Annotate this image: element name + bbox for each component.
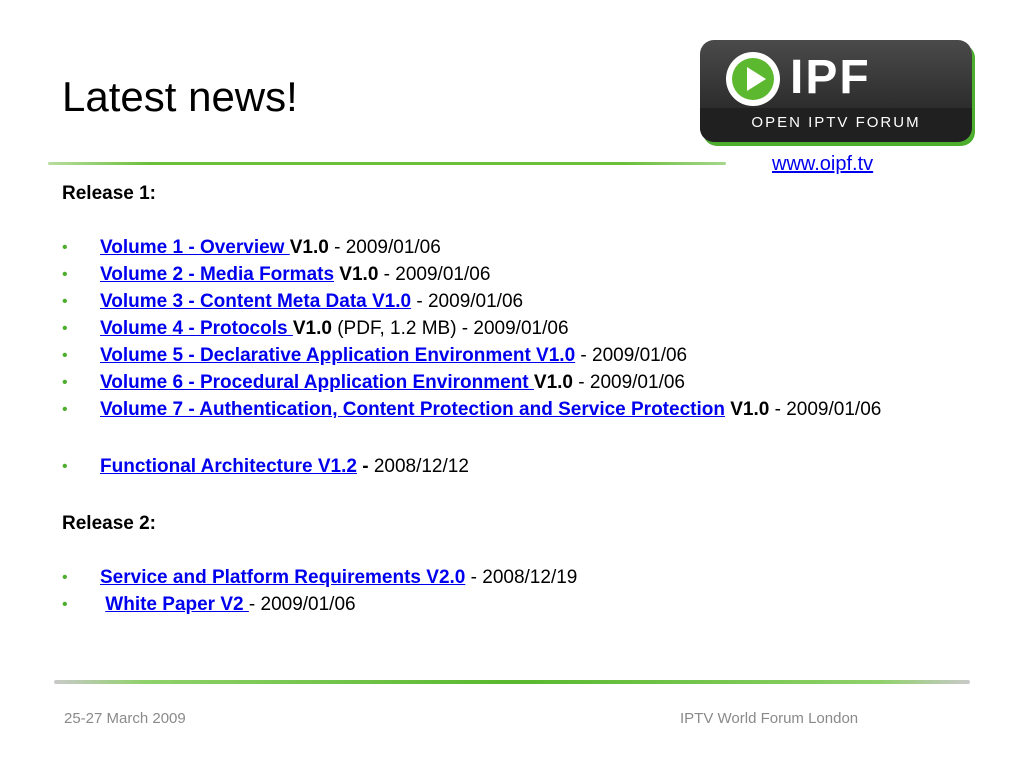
list-item: • Volume 1 - Overview V1.0 - 2009/01/06 <box>62 236 942 260</box>
oipf-logo: IPF OPEN IPTV FORUM <box>700 40 972 142</box>
doc-link[interactable]: Volume 5 - Declarative Application Envir… <box>100 345 575 366</box>
doc-date: - 2009/01/06 <box>248 594 356 615</box>
doc-version: V1.0 <box>292 318 332 339</box>
doc-date: - 2009/01/06 <box>573 372 685 393</box>
slide-content: Release 1: • Volume 1 - Overview V1.0 - … <box>62 182 942 620</box>
doc-date: - 2009/01/06 <box>378 264 491 285</box>
bullet-icon: • <box>62 266 68 283</box>
doc-version: V1.0 <box>724 399 770 420</box>
doc-version: V1.0 <box>533 372 573 393</box>
logo-tagline: OPEN IPTV FORUM <box>751 114 921 131</box>
doc-version: V1.0 <box>334 264 379 285</box>
bullet-icon: • <box>62 569 68 586</box>
list-item: • Volume 7 - Authentication, Content Pro… <box>62 398 942 422</box>
doc-date: 2008/12/12 <box>373 456 469 477</box>
doc-link[interactable]: Volume 7 - Authentication, Content Prote… <box>100 399 725 420</box>
bullet-icon: • <box>62 458 68 475</box>
doc-date: (PDF, 1.2 MB) - 2009/01/06 <box>331 318 569 339</box>
functional-architecture-list: • Functional Architecture V1.2 - 2008/12… <box>62 455 942 479</box>
list-item: • Volume 4 - Protocols V1.0 (PDF, 1.2 MB… <box>62 317 942 341</box>
footer-date: 25-27 March 2009 <box>64 710 186 727</box>
bullet-icon: • <box>62 293 68 310</box>
top-divider <box>48 162 726 165</box>
bullet-icon: • <box>62 239 68 256</box>
list-item: • Functional Architecture V1.2 - 2008/12… <box>62 455 942 479</box>
doc-date: - 2008/12/19 <box>465 567 578 588</box>
doc-date: - 2009/01/06 <box>411 291 524 312</box>
list-item: • Volume 2 - Media Formats V1.0 - 2009/0… <box>62 263 942 287</box>
list-item: • Volume 3 - Content Meta Data V1.0 - 20… <box>62 290 942 314</box>
doc-link[interactable]: Functional Architecture V1.2 <box>100 456 357 477</box>
release-2-list: • Service and Platform Requirements V2.0… <box>62 566 942 617</box>
doc-date: - 2009/01/06 <box>328 237 441 258</box>
footer-event: IPTV World Forum London <box>680 710 859 727</box>
release-1-heading: Release 1: <box>62 183 157 204</box>
doc-link[interactable]: Volume 3 - Content Meta Data V1.0 <box>100 291 411 312</box>
doc-link[interactable]: White Paper V2 <box>105 594 249 615</box>
doc-date: - 2009/01/06 <box>575 345 688 366</box>
doc-link[interactable]: Volume 2 - Media Formats <box>100 264 334 285</box>
doc-link[interactable]: Volume 1 - Overview <box>100 237 290 258</box>
slide-title: Latest news! <box>62 73 298 120</box>
doc-link[interactable]: Service and Platform Requirements V2.0 <box>100 567 465 588</box>
bottom-divider <box>54 680 970 684</box>
doc-separator: - <box>356 456 374 477</box>
list-item: • White Paper V2 - 2009/01/06 <box>62 593 942 617</box>
bullet-icon: • <box>62 347 68 364</box>
logo-wordmark: IPF <box>790 51 871 104</box>
bullet-icon: • <box>62 596 68 613</box>
play-icon <box>726 52 780 106</box>
release-2-heading: Release 2: <box>62 513 157 534</box>
bullet-icon: • <box>62 374 68 391</box>
release-1-list: • Volume 1 - Overview V1.0 - 2009/01/06 … <box>62 236 942 422</box>
list-item: • Volume 6 - Procedural Application Envi… <box>62 371 942 395</box>
doc-link[interactable]: Volume 4 - Protocols <box>100 318 293 339</box>
bullet-icon: • <box>62 320 68 337</box>
website-link[interactable]: www.oipf.tv <box>772 153 873 176</box>
doc-date: - 2009/01/06 <box>769 399 882 420</box>
doc-link[interactable]: Volume 6 - Procedural Application Enviro… <box>100 372 534 393</box>
list-item: • Volume 5 - Declarative Application Env… <box>62 344 942 368</box>
bullet-icon: • <box>62 401 68 418</box>
list-item: • Service and Platform Requirements V2.0… <box>62 566 942 590</box>
doc-version: V1.0 <box>289 237 329 258</box>
